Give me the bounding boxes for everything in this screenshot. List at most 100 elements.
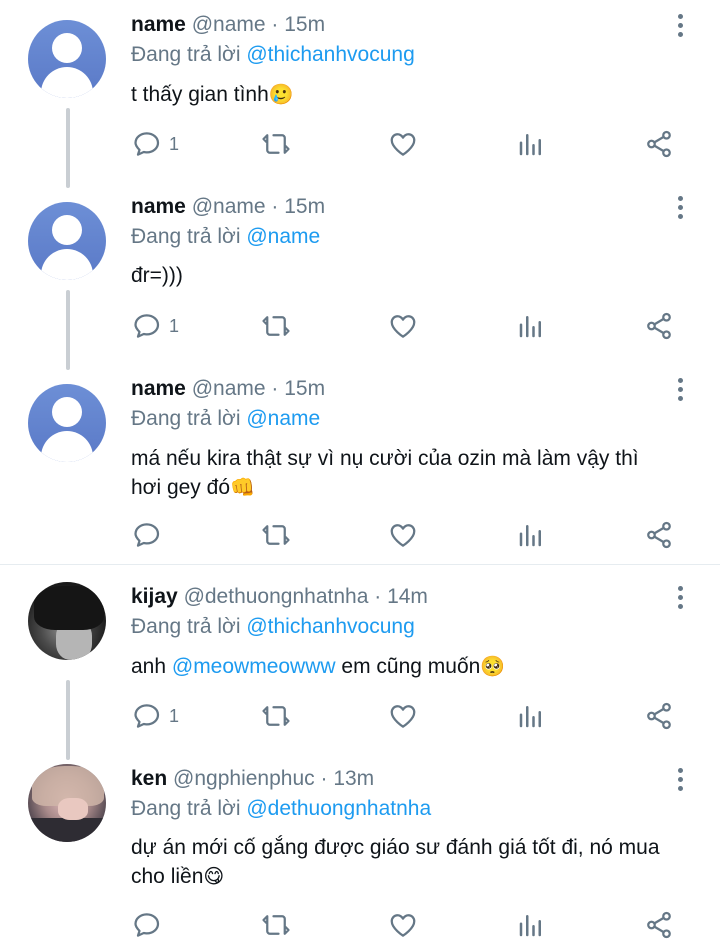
tweet[interactable]: name @name · 15m Đang trả lời @thichanhv… (0, 0, 720, 182)
display-name[interactable]: name (131, 13, 186, 36)
replying-to: Đang trả lời @thichanhvocung (131, 41, 415, 69)
action-bar (0, 905, 720, 945)
more-vertical-icon[interactable] (668, 766, 692, 794)
analytics-icon (519, 915, 541, 937)
tweet[interactable]: kijay @dethuongnhatnha · 14m Đang trả lờ… (0, 572, 720, 754)
share-icon (647, 130, 671, 158)
analytics-button[interactable] (516, 696, 546, 736)
separator-dot: · (271, 13, 279, 36)
retweet-icon (262, 134, 290, 154)
display-name[interactable]: name (131, 377, 186, 400)
like-button[interactable] (388, 124, 418, 164)
separator-dot: · (374, 585, 382, 608)
reply-button[interactable] (133, 515, 169, 555)
timestamp[interactable]: 14m (387, 585, 428, 608)
heart-icon (390, 914, 416, 937)
analytics-button[interactable] (516, 306, 546, 346)
share-icon (647, 911, 671, 939)
tweet-header: name @name · 15m (131, 193, 325, 221)
reply-mention[interactable]: @name (246, 407, 320, 430)
tweet[interactable]: name @name · 15m Đang trả lời @name đr=)… (0, 182, 720, 364)
reply-button[interactable]: 1 (133, 306, 179, 346)
analytics-button[interactable] (516, 905, 546, 945)
more-vertical-icon[interactable] (668, 376, 692, 404)
like-button[interactable] (388, 696, 418, 736)
analytics-icon (519, 706, 541, 728)
reply-button[interactable]: 1 (133, 124, 179, 164)
reply-prefix: Đang trả lời (131, 615, 241, 638)
share-button[interactable] (644, 696, 674, 736)
reply-mention[interactable]: @name (246, 225, 320, 248)
timestamp[interactable]: 15m (284, 13, 325, 36)
reply-mention[interactable]: @thichanhvocung (246, 43, 414, 66)
timestamp[interactable]: 13m (333, 767, 374, 790)
share-icon (647, 312, 671, 340)
separator-dot: · (271, 195, 279, 218)
share-button[interactable] (644, 515, 674, 555)
action-bar: 1 (0, 696, 720, 736)
emoji: 🥲 (268, 82, 294, 106)
tweet-body-line: má nếu kira thật sự vì nụ cười của ozin … (131, 447, 639, 470)
replying-to: Đang trả lời @dethuongnhatnha (131, 795, 431, 823)
avatar[interactable] (28, 20, 106, 98)
handle[interactable]: @name (192, 195, 266, 218)
reply-mention[interactable]: @dethuongnhatnha (246, 797, 431, 820)
like-button[interactable] (388, 905, 418, 945)
emoji: 👊 (230, 475, 255, 499)
reply-button[interactable]: 1 (133, 696, 179, 736)
reply-icon (134, 913, 160, 937)
reply-count: 1 (169, 705, 180, 726)
action-bar (0, 515, 720, 555)
retweet-button[interactable] (261, 515, 291, 555)
share-button[interactable] (644, 905, 674, 945)
retweet-icon (262, 525, 290, 545)
retweet-button[interactable] (261, 905, 291, 945)
reply-count: 1 (169, 133, 180, 154)
tweet-text: anh @meowmeowww em cũng muốn🥺 (131, 652, 691, 681)
replying-to: Đang trả lời @name (131, 405, 320, 433)
replying-to: Đang trả lời @name (131, 223, 320, 251)
heart-icon (390, 133, 416, 156)
share-button[interactable] (644, 124, 674, 164)
analytics-button[interactable] (516, 124, 546, 164)
more-vertical-icon[interactable] (668, 194, 692, 222)
avatar[interactable] (28, 202, 106, 280)
retweet-button[interactable] (261, 696, 291, 736)
reply-icon (134, 132, 160, 156)
avatar[interactable] (28, 582, 106, 660)
timestamp[interactable]: 15m (284, 195, 325, 218)
display-name[interactable]: ken (131, 767, 167, 790)
retweet-button[interactable] (261, 124, 291, 164)
retweet-button[interactable] (261, 306, 291, 346)
tweet-header: name @name · 15m (131, 375, 325, 403)
reply-prefix: Đang trả lời (131, 43, 241, 66)
emoji: 🥺 (480, 654, 506, 678)
separator-dot: · (271, 377, 279, 400)
avatar[interactable] (28, 384, 106, 462)
share-icon (647, 702, 671, 730)
reply-icon (134, 704, 160, 728)
like-button[interactable] (388, 306, 418, 346)
heart-icon (390, 705, 416, 728)
tweet-body: em cũng muốn (335, 655, 481, 678)
tweet[interactable]: name @name · 15m Đang trả lời @name má n… (0, 364, 720, 564)
handle[interactable]: @name (192, 377, 266, 400)
avatar[interactable] (28, 764, 106, 842)
body-mention[interactable]: @meowmeowww (172, 655, 336, 678)
like-button[interactable] (388, 515, 418, 555)
handle[interactable]: @ngphienphuc (173, 767, 315, 790)
reply-button[interactable] (133, 905, 169, 945)
handle[interactable]: @dethuongnhatnha (184, 585, 369, 608)
display-name[interactable]: name (131, 195, 186, 218)
handle[interactable]: @name (192, 13, 266, 36)
reply-mention[interactable]: @thichanhvocung (246, 615, 414, 638)
more-vertical-icon[interactable] (668, 584, 692, 612)
timestamp[interactable]: 15m (284, 377, 325, 400)
analytics-button[interactable] (516, 515, 546, 555)
tweet-header: kijay @dethuongnhatnha · 14m (131, 583, 428, 611)
share-button[interactable] (644, 306, 674, 346)
retweet-icon (262, 316, 290, 336)
more-vertical-icon[interactable] (668, 12, 692, 40)
tweet[interactable]: ken @ngphienphuc · 13m Đang trả lời @det… (0, 754, 720, 951)
display-name[interactable]: kijay (131, 585, 178, 608)
